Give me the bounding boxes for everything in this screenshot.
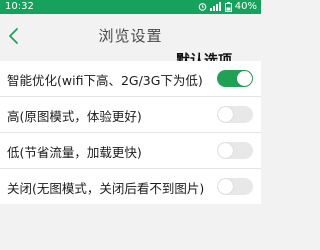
toggle-knob [218,143,233,158]
status-bar: 10:32 40% [0,0,261,14]
battery-level: 40% [234,1,257,12]
battery-icon [224,1,232,12]
option-row-low[interactable]: 低(节省流量，加载更快) [0,133,261,169]
toggle-switch[interactable] [217,70,253,87]
option-label: 关闭(无图模式，关闭后看不到图片) [7,181,205,196]
signal-icon [209,2,221,11]
toggle-knob [218,107,233,122]
toggle-switch[interactable] [217,178,253,195]
option-label: 高(原图模式，体验更好) [7,109,142,124]
option-label: 低(节省流量，加载更快) [7,145,142,160]
option-row-off[interactable]: 关闭(无图模式，关闭后看不到图片) [0,169,261,204]
status-time: 10:32 [5,1,34,12]
alarm-icon [198,3,207,11]
option-label: 智能优化(wifi下高、2G/3G下为低) [7,73,203,88]
option-row-smart[interactable]: 智能优化(wifi下高、2G/3G下为低) [0,61,261,97]
status-right: 40% [198,1,257,12]
option-row-high[interactable]: 高(原图模式，体验更好) [0,97,261,133]
browse-settings-list: 智能优化(wifi下高、2G/3G下为低) 高(原图模式，体验更好) 低(节省流… [0,61,261,204]
toggle-switch[interactable] [217,106,253,123]
toggle-knob [218,179,233,194]
toggle-switch[interactable] [217,142,253,159]
page-title: 浏览设置 [98,27,163,45]
toggle-knob [237,71,252,86]
